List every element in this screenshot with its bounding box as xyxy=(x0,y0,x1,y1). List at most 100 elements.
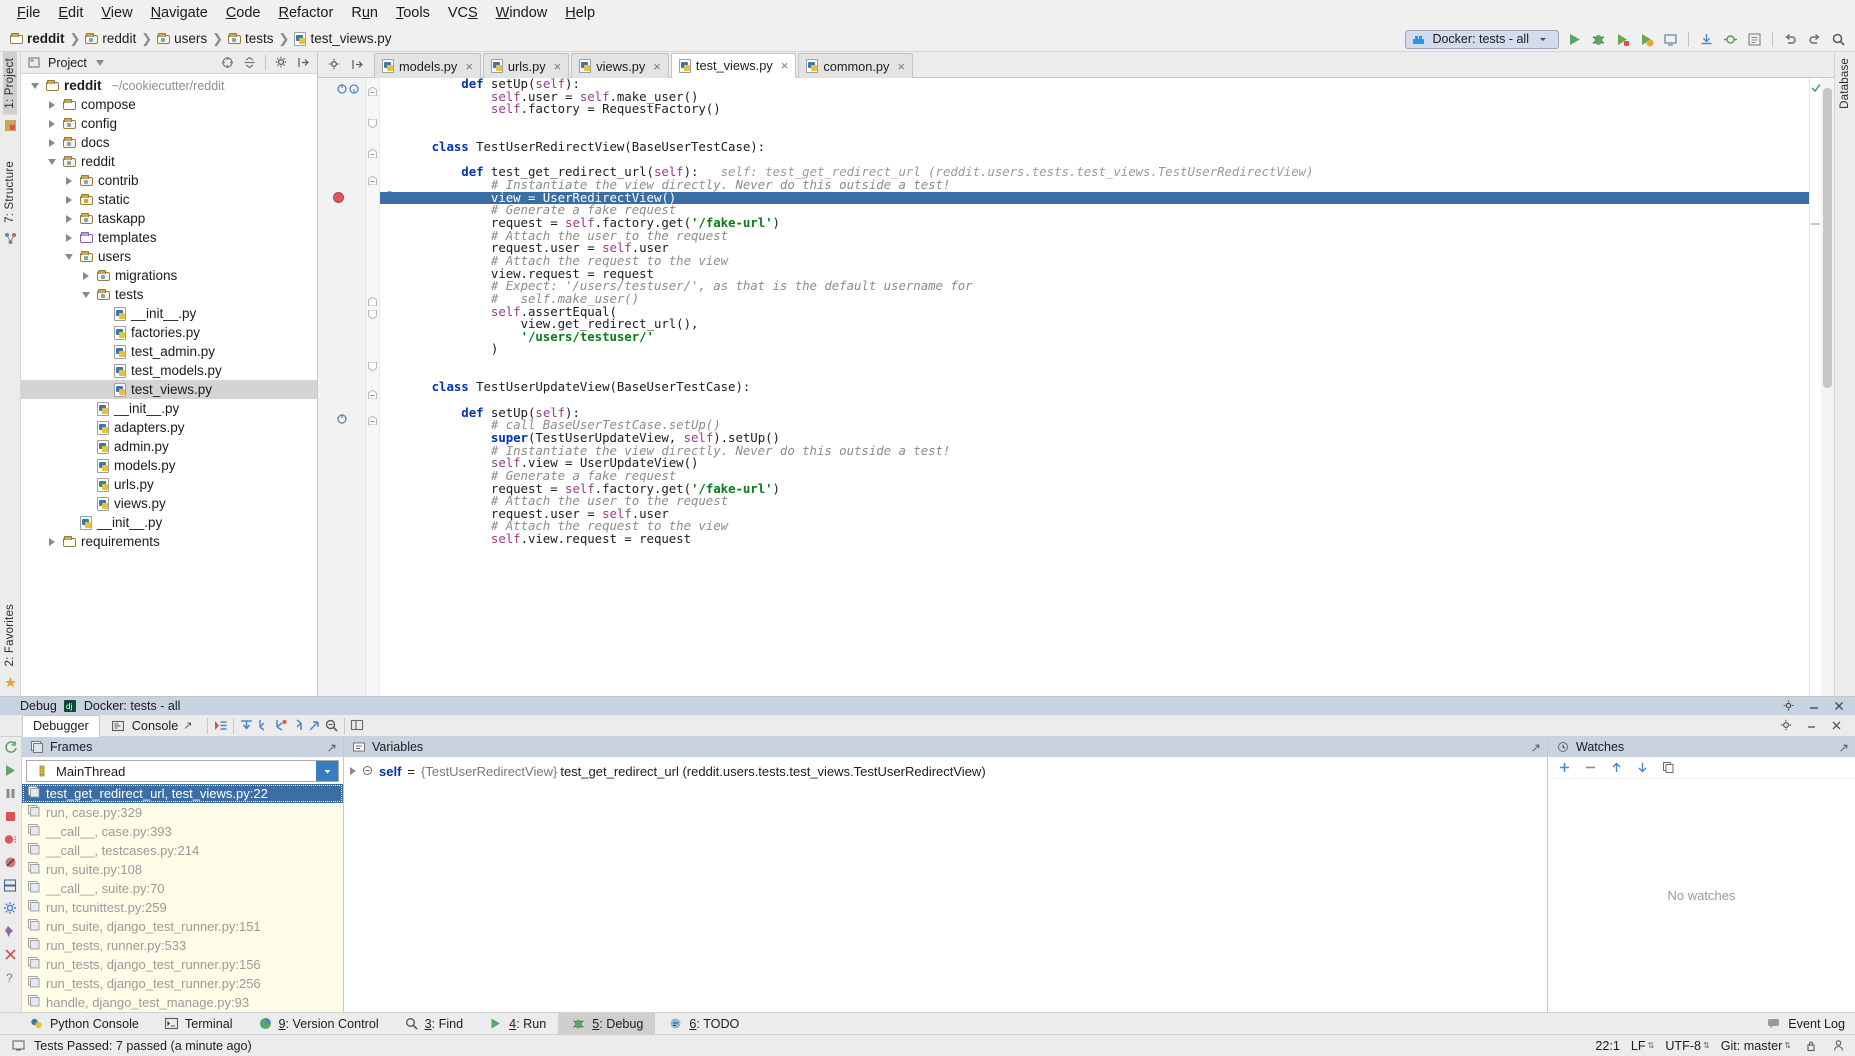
menu-item-refactor[interactable]: Refactor xyxy=(270,2,343,24)
frame-row[interactable]: run_tests, runner.py:533 xyxy=(22,936,343,955)
tree-node-docs[interactable]: docs xyxy=(21,133,317,152)
menu-item-navigate[interactable]: Navigate xyxy=(142,2,217,24)
close-icon[interactable]: × xyxy=(897,59,905,74)
code-line[interactable] xyxy=(380,356,1809,369)
scrollbar-thumb[interactable] xyxy=(1823,88,1832,388)
stop-program-icon[interactable] xyxy=(2,808,19,825)
search-everywhere-icon[interactable] xyxy=(1830,31,1847,48)
run-to-cursor-icon[interactable] xyxy=(306,717,323,734)
code-line[interactable]: '/users/testuser/' xyxy=(380,331,1809,344)
lock-icon[interactable] xyxy=(1802,1037,1819,1054)
tool-window-button-5-debug[interactable]: 5: Debug xyxy=(558,1013,655,1034)
run-setup-method-icon[interactable] xyxy=(337,412,347,427)
collapse-all-icon[interactable] xyxy=(241,54,258,71)
frame-row[interactable]: run, suite.py:108 xyxy=(22,860,343,879)
fold-marker-setup2[interactable] xyxy=(368,413,377,428)
tree-node-test_views-py[interactable]: test_views.py xyxy=(21,380,317,399)
line-separator[interactable]: LF⇅ xyxy=(1631,1039,1654,1053)
frame-row[interactable]: run_tests, django_test_runner.py:156 xyxy=(22,955,343,974)
rail-tab-project[interactable]: 1: Project xyxy=(3,52,17,115)
editor-tab-test_views-py[interactable]: test_views.py× xyxy=(671,53,796,78)
gear-icon[interactable] xyxy=(273,54,290,71)
menu-item-window[interactable]: Window xyxy=(487,2,557,24)
tab-debugger[interactable]: Debugger xyxy=(22,715,100,737)
tree-node-compose[interactable]: compose xyxy=(21,95,317,114)
undo-icon[interactable] xyxy=(1782,31,1799,48)
file-encoding[interactable]: UTF-8⇅ xyxy=(1665,1039,1709,1053)
rail-tab-database[interactable]: Database xyxy=(1838,52,1852,115)
breadcrumb-item-reddit[interactable]: reddit xyxy=(10,31,65,46)
editor-tab-urls-py[interactable]: urls.py× xyxy=(483,53,569,78)
tree-node-templates[interactable]: templates xyxy=(21,228,317,247)
chevron-right-icon[interactable] xyxy=(63,177,75,185)
tool-window-button-6-todo[interactable]: 6: TODO xyxy=(655,1013,751,1034)
frame-row[interactable]: run, tcunittest.py:259 xyxy=(22,898,343,917)
hide-panel-icon[interactable] xyxy=(295,54,312,71)
fold-marker-setup[interactable] xyxy=(368,84,377,99)
vcs-update-icon[interactable] xyxy=(1698,31,1715,48)
tree-node-reddit[interactable]: reddit~/cookiecutter/reddit xyxy=(21,76,317,95)
menu-item-vcs[interactable]: VCS xyxy=(439,2,487,24)
menu-item-run[interactable]: Run xyxy=(342,2,387,24)
tree-node-tests[interactable]: tests xyxy=(21,285,317,304)
tree-node-reddit[interactable]: reddit xyxy=(21,152,317,171)
tab-console[interactable]: Console ↗ xyxy=(100,715,203,737)
resume-program-icon[interactable] xyxy=(2,762,19,779)
menu-item-view[interactable]: View xyxy=(92,2,141,24)
tree-node-config[interactable]: config xyxy=(21,114,317,133)
git-branch[interactable]: Git: master⇅ xyxy=(1721,1039,1791,1053)
hide-editor-panel-icon[interactable] xyxy=(349,56,366,73)
step-into-icon[interactable] xyxy=(255,717,272,734)
remove-watch-icon[interactable] xyxy=(1582,759,1599,776)
run-icon[interactable] xyxy=(1566,31,1583,48)
editor-tab-views-py[interactable]: views.py× xyxy=(571,53,669,78)
fold-marker-assert-end[interactable] xyxy=(368,307,377,322)
code-text-area[interactable]: def setUp(self): self.user = self.make_u… xyxy=(380,78,1809,696)
code-line[interactable]: class TestUserRedirectView(BaseUserTestC… xyxy=(380,141,1809,154)
chevron-right-icon[interactable] xyxy=(350,767,356,775)
status-message[interactable]: Tests Passed: 7 passed (a minute ago) xyxy=(34,1039,252,1053)
tool-window-button-terminal[interactable]: Terminal xyxy=(151,1013,245,1034)
tree-node-static[interactable]: static xyxy=(21,190,317,209)
caret-position[interactable]: 22:1 xyxy=(1595,1039,1620,1053)
event-log-label[interactable]: Event Log xyxy=(1788,1017,1845,1031)
minimize-icon[interactable] xyxy=(1805,698,1822,715)
chevron-right-icon[interactable] xyxy=(63,215,75,223)
run-configuration-selector[interactable]: Docker: tests - all xyxy=(1405,30,1559,49)
tool-window-button-9-version-control[interactable]: 9: Version Control xyxy=(245,1013,391,1034)
menu-item-edit[interactable]: Edit xyxy=(49,2,92,24)
run-coverage-icon[interactable] xyxy=(1614,31,1631,48)
variables-collapse-icon[interactable]: ↗ xyxy=(1531,740,1547,755)
watches-list[interactable]: No watches xyxy=(1548,779,1855,1012)
tree-node-adapters-py[interactable]: adapters.py xyxy=(21,418,317,437)
move-watch-up-icon[interactable] xyxy=(1608,759,1625,776)
close-icon[interactable] xyxy=(1830,698,1847,715)
menu-item-tools[interactable]: Tools xyxy=(387,2,439,24)
project-chevron-down-icon[interactable] xyxy=(96,60,104,66)
console-pin-icon[interactable]: ↗ xyxy=(183,719,192,732)
tree-node-factories-py[interactable]: factories.py xyxy=(21,323,317,342)
tree-node-__init__-py[interactable]: __init__.py xyxy=(21,513,317,532)
pause-program-icon[interactable] xyxy=(2,785,19,802)
attach-debugger-icon[interactable] xyxy=(1662,31,1679,48)
debug-minimize-icon[interactable] xyxy=(1803,717,1820,734)
thread-dropdown-arrow-icon[interactable] xyxy=(316,761,338,781)
fold-marker-end-setup[interactable] xyxy=(368,116,377,131)
fold-marker-method-end[interactable] xyxy=(368,359,377,374)
show-execution-point-icon[interactable] xyxy=(212,717,229,734)
menu-item-help[interactable]: Help xyxy=(556,2,604,24)
tree-node-__init__-py[interactable]: __init__.py xyxy=(21,399,317,418)
frame-row[interactable]: __call__, case.py:393 xyxy=(22,822,343,841)
breadcrumb-item-test_views-py[interactable]: test_views.py xyxy=(294,31,391,46)
chevron-right-icon[interactable] xyxy=(46,538,58,546)
tree-node-test_admin-py[interactable]: test_admin.py xyxy=(21,342,317,361)
variables-tree[interactable]: self={TestUserRedirectView}test_get_redi… xyxy=(344,757,1547,1012)
tree-node-admin-py[interactable]: admin.py xyxy=(21,437,317,456)
thread-selector[interactable]: MainThread xyxy=(26,760,339,782)
debug-options-gear-icon[interactable] xyxy=(2,900,19,917)
menu-item-file[interactable]: File xyxy=(8,2,49,24)
evaluate-expression-icon[interactable] xyxy=(323,717,340,734)
run-test-class-icon[interactable] xyxy=(337,82,347,97)
chevron-down-icon[interactable] xyxy=(1534,31,1551,48)
tree-node-requirements[interactable]: requirements xyxy=(21,532,317,551)
